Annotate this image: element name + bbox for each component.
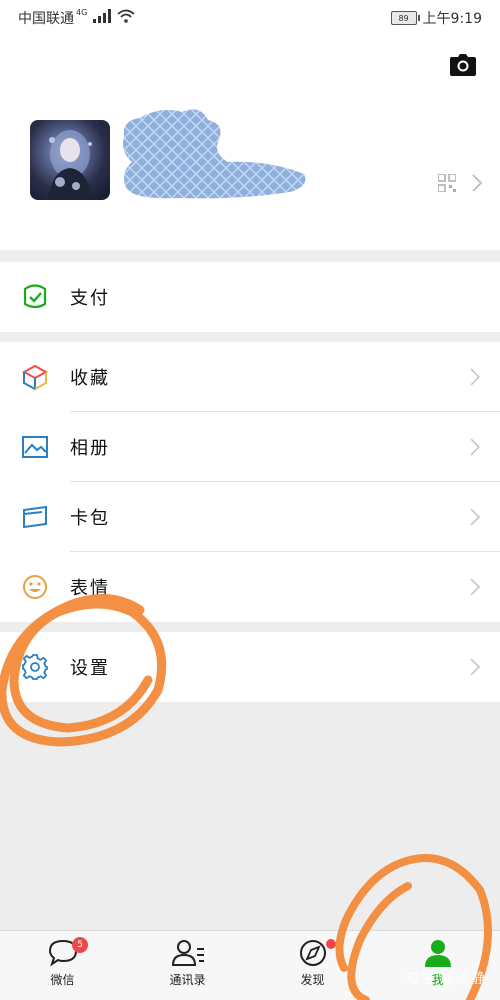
menu-item-pay[interactable]: 支付 xyxy=(0,262,500,332)
menu-item-album[interactable]: 相册 xyxy=(0,412,500,482)
menu-group-settings: 设置 xyxy=(0,632,500,702)
notification-dot xyxy=(326,939,336,949)
cube-icon xyxy=(22,364,48,390)
chevron-right-icon xyxy=(470,438,480,456)
unread-badge: 5 xyxy=(72,937,88,953)
chevron-right-icon xyxy=(470,658,480,676)
tab-contacts[interactable]: 通讯录 xyxy=(125,931,250,1000)
chevron-right-icon xyxy=(470,508,480,526)
profile-header[interactable] xyxy=(0,36,500,250)
menu-label-settings: 设置 xyxy=(70,658,110,679)
menu-label-cards: 卡包 xyxy=(70,508,110,529)
card-icon xyxy=(22,504,48,530)
menu-item-stickers[interactable]: 表情 xyxy=(0,552,500,622)
redacted-username xyxy=(123,109,306,199)
menu-label-pay: 支付 xyxy=(70,288,110,309)
image-icon xyxy=(22,434,48,460)
tab-label-chats: 微信 xyxy=(50,973,75,987)
person-icon xyxy=(424,940,451,967)
qr-code-button[interactable] xyxy=(438,174,482,192)
clock: 上午9:19 xyxy=(422,11,482,27)
carrier-name: 中国联通 xyxy=(18,11,74,27)
status-bar: 中国联通 4G 89 上午9:19 xyxy=(0,0,500,36)
tab-me[interactable]: 我 xyxy=(375,931,500,1000)
watermark: 知乎 @恬静 xyxy=(405,971,486,987)
tab-discover[interactable]: 发现 xyxy=(250,931,375,1000)
menu-label-favorites: 收藏 xyxy=(70,368,110,389)
network-type: 4G xyxy=(76,7,88,17)
battery-icon: 89 xyxy=(390,11,420,25)
battery-level: 89 xyxy=(398,13,409,23)
gear-icon xyxy=(22,654,48,680)
menu-item-favorites[interactable]: 收藏 xyxy=(0,342,500,412)
status-right: 89 上午9:19 xyxy=(390,8,482,28)
menu-label-album: 相册 xyxy=(70,438,110,459)
chevron-right-icon xyxy=(470,578,480,596)
wifi-icon xyxy=(117,9,135,27)
bottom-tab-bar: 5 微信 通讯录 发现 我 xyxy=(0,930,500,1000)
qr-code-icon xyxy=(438,174,456,192)
smiley-icon xyxy=(22,574,48,600)
menu-label-stickers: 表情 xyxy=(70,578,110,599)
avatar-image xyxy=(48,130,92,200)
wallet-check-icon xyxy=(22,284,48,310)
menu-item-settings[interactable]: 设置 xyxy=(0,632,500,702)
chevron-right-icon xyxy=(472,174,482,192)
tab-label-discover: 发现 xyxy=(300,973,325,987)
compass-icon xyxy=(299,940,326,966)
status-left: 中国联通 4G xyxy=(18,8,135,28)
tab-label-contacts: 通讯录 xyxy=(169,973,206,987)
camera-button[interactable] xyxy=(448,50,478,80)
chevron-right-icon xyxy=(470,368,480,386)
contacts-icon xyxy=(171,940,204,966)
menu-item-cards[interactable]: 卡包 xyxy=(0,482,500,552)
camera-icon xyxy=(450,54,476,76)
menu-group-main: 收藏 相册 卡包 表情 xyxy=(0,342,500,622)
menu-group-pay: 支付 xyxy=(0,262,500,332)
tab-chats[interactable]: 5 微信 xyxy=(0,931,125,1000)
avatar[interactable] xyxy=(30,120,110,200)
signal-icon xyxy=(93,9,112,27)
